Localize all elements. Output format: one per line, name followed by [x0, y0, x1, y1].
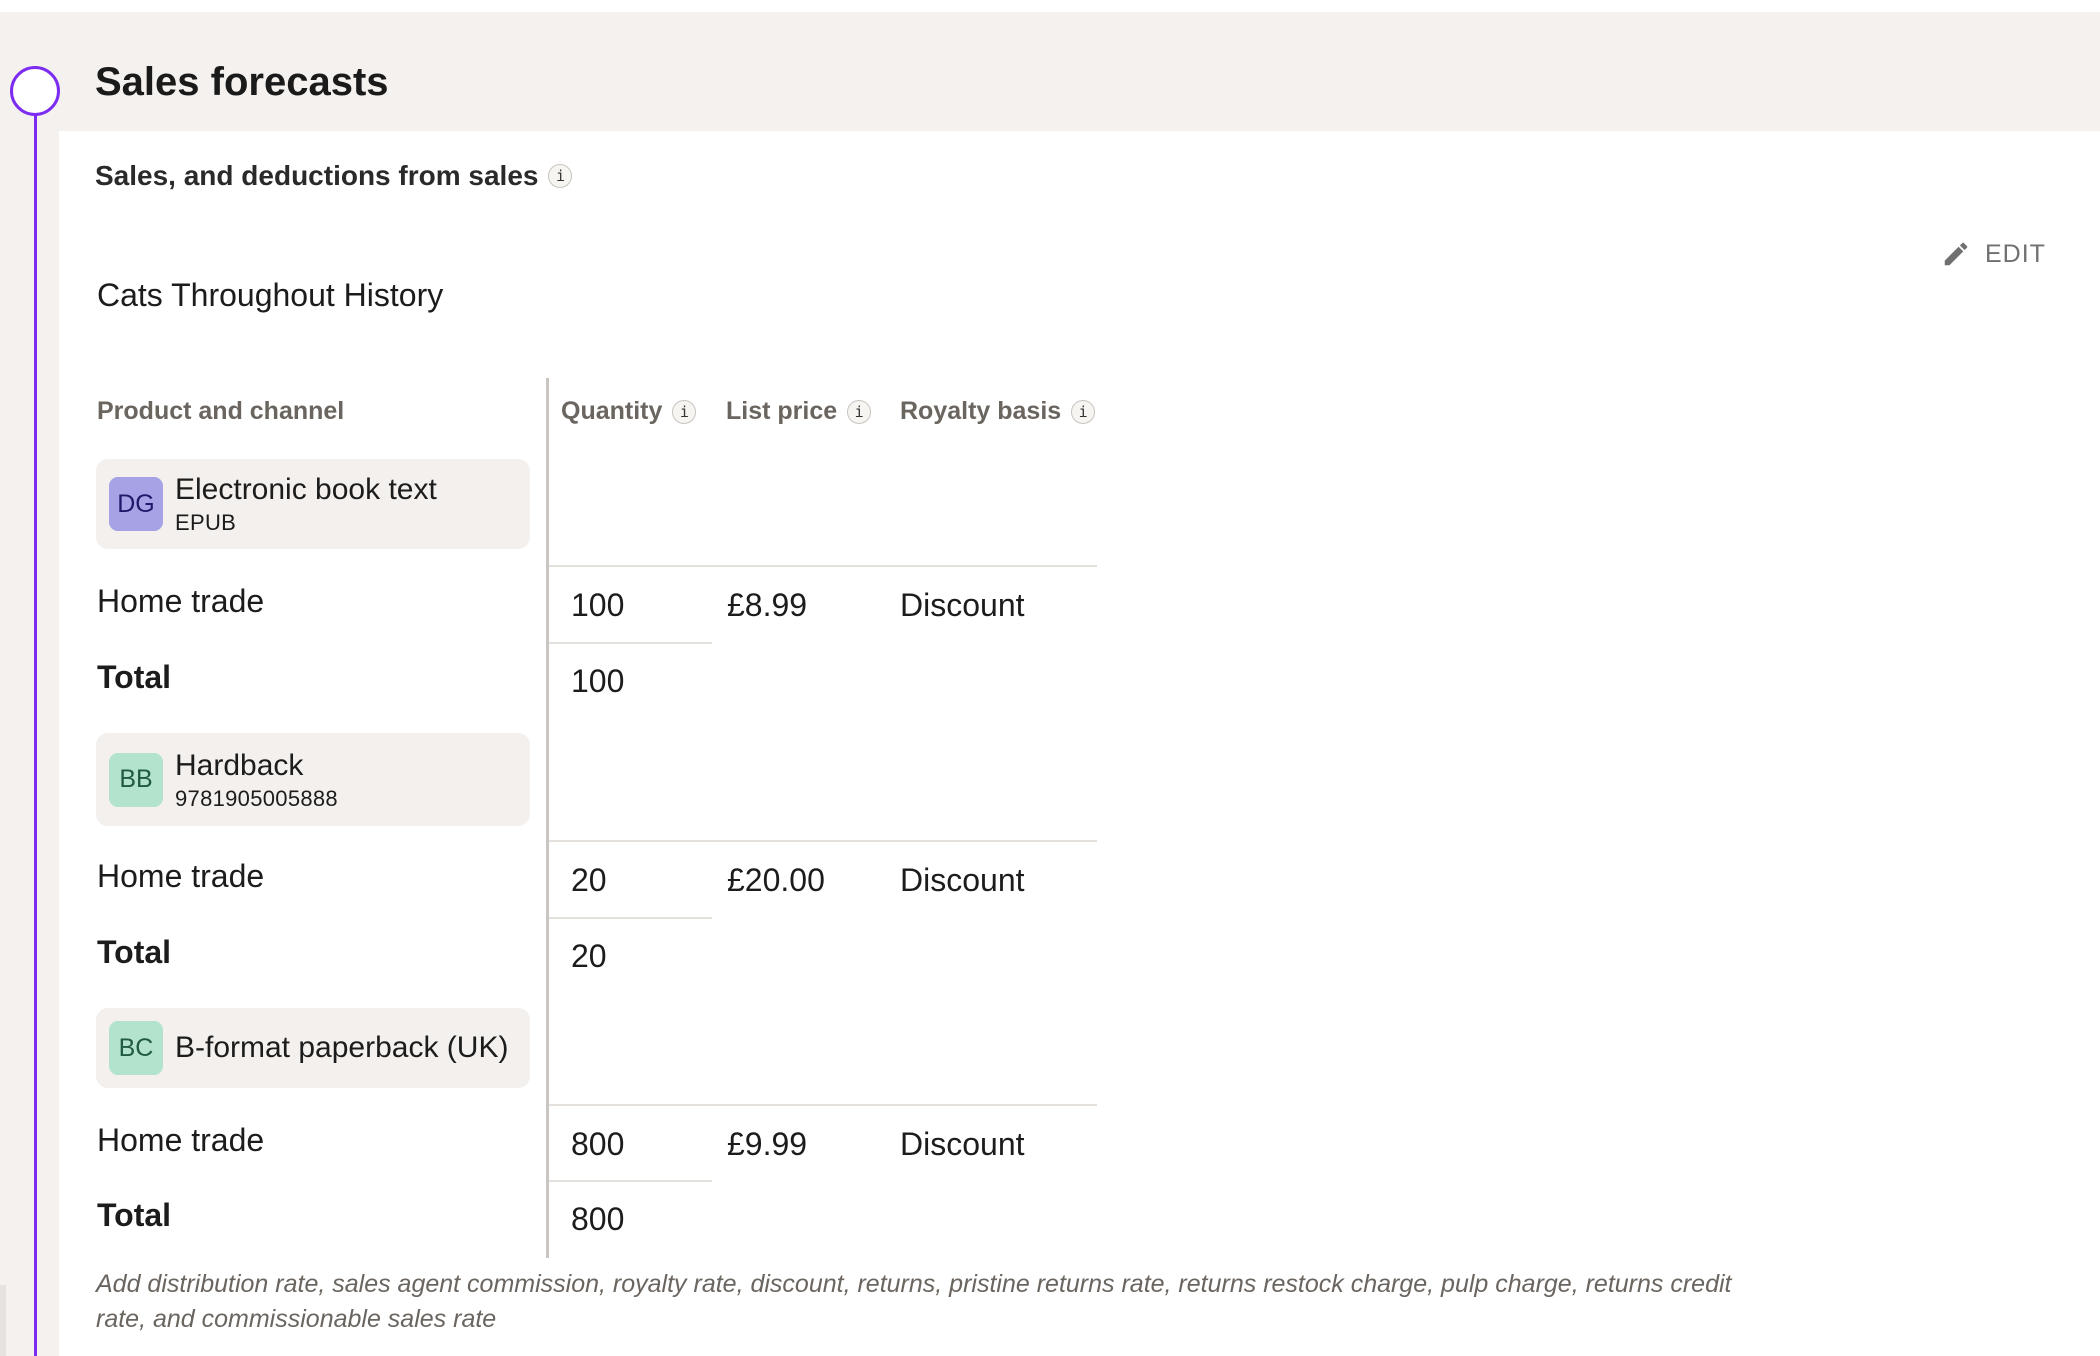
edit-button[interactable]: EDIT: [1941, 239, 2046, 269]
product-badge: BC: [109, 1021, 163, 1075]
subheading-label: Sales, and deductions from sales: [95, 160, 539, 191]
info-icon[interactable]: i: [548, 164, 573, 188]
column-header-list-price-label: List price: [726, 397, 838, 425]
total-label: Total: [97, 1197, 172, 1233]
pencil-icon: [1944, 242, 1968, 266]
quantity-separator: [549, 642, 712, 644]
row-separator: [549, 840, 1097, 842]
info-icon[interactable]: i: [847, 399, 872, 424]
column-header-royalty-basis: Royalty basis i: [900, 397, 1096, 426]
timeline-line: [34, 110, 37, 1356]
product-card-hardback: BB Hardback 9781905005888: [96, 733, 530, 826]
column-header-royalty-basis-label: Royalty basis: [900, 397, 1062, 425]
quantity-separator: [549, 917, 712, 919]
royalty-basis-value: Discount: [900, 862, 1025, 898]
product-badge: DG: [109, 477, 163, 531]
royalty-basis-value: Discount: [900, 587, 1025, 623]
product-card-epub: DG Electronic book text EPUB: [96, 459, 530, 549]
subheading: Sales, and deductions from sales i: [95, 160, 573, 192]
book-title: Cats Throughout History: [97, 277, 444, 313]
total-quantity: 100: [571, 663, 625, 699]
product-badge: BB: [109, 752, 163, 807]
column-header-quantity: Quantity i: [561, 397, 697, 426]
quantity-separator: [549, 1180, 712, 1182]
edit-label: EDIT: [1985, 239, 2046, 268]
channel-label: Home trade: [97, 1122, 265, 1158]
row-separator: [549, 565, 1097, 567]
top-bar: [0, 0, 2100, 12]
info-icon[interactable]: i: [1071, 399, 1096, 424]
info-icon[interactable]: i: [672, 399, 697, 424]
product-name: Hardback: [175, 748, 304, 782]
left-edge-stub: [0, 1285, 6, 1356]
channel-label: Home trade: [97, 583, 265, 619]
quantity-value[interactable]: 20: [571, 862, 607, 899]
product-name: Electronic book text: [175, 473, 437, 506]
total-label: Total: [97, 659, 172, 695]
total-quantity: 800: [571, 1201, 625, 1237]
royalty-basis-value: Discount: [900, 1126, 1025, 1162]
column-header-list-price: List price i: [726, 397, 872, 426]
product-name: B-format paperback (UK): [175, 1031, 509, 1064]
column-header-product-label: Product and channel: [97, 397, 345, 425]
column-divider: [546, 378, 549, 1258]
total-label: Total: [97, 934, 172, 970]
total-quantity: 20: [571, 938, 607, 974]
list-price-value: £20.00: [727, 862, 825, 898]
column-header-quantity-label: Quantity: [561, 397, 663, 425]
sales-panel: Sales, and deductions from sales i EDIT …: [59, 131, 2100, 1356]
column-header-product: Product and channel: [97, 397, 344, 426]
quantity-value[interactable]: 800: [571, 1126, 624, 1163]
quantity-value[interactable]: 100: [571, 587, 624, 624]
product-card-paperback: BC B-format paperback (UK): [96, 1008, 530, 1088]
product-subtitle: EPUB: [175, 510, 237, 535]
product-subtitle: 9781905005888: [175, 785, 338, 811]
channel-label: Home trade: [97, 858, 265, 894]
row-separator: [549, 1104, 1097, 1106]
add-rates-hint[interactable]: Add distribution rate, sales agent commi…: [96, 1267, 1736, 1337]
section-title: Sales forecasts: [95, 60, 389, 104]
list-price-value: £9.99: [727, 1126, 808, 1162]
timeline-step-icon: [10, 66, 60, 116]
list-price-value: £8.99: [727, 587, 808, 623]
